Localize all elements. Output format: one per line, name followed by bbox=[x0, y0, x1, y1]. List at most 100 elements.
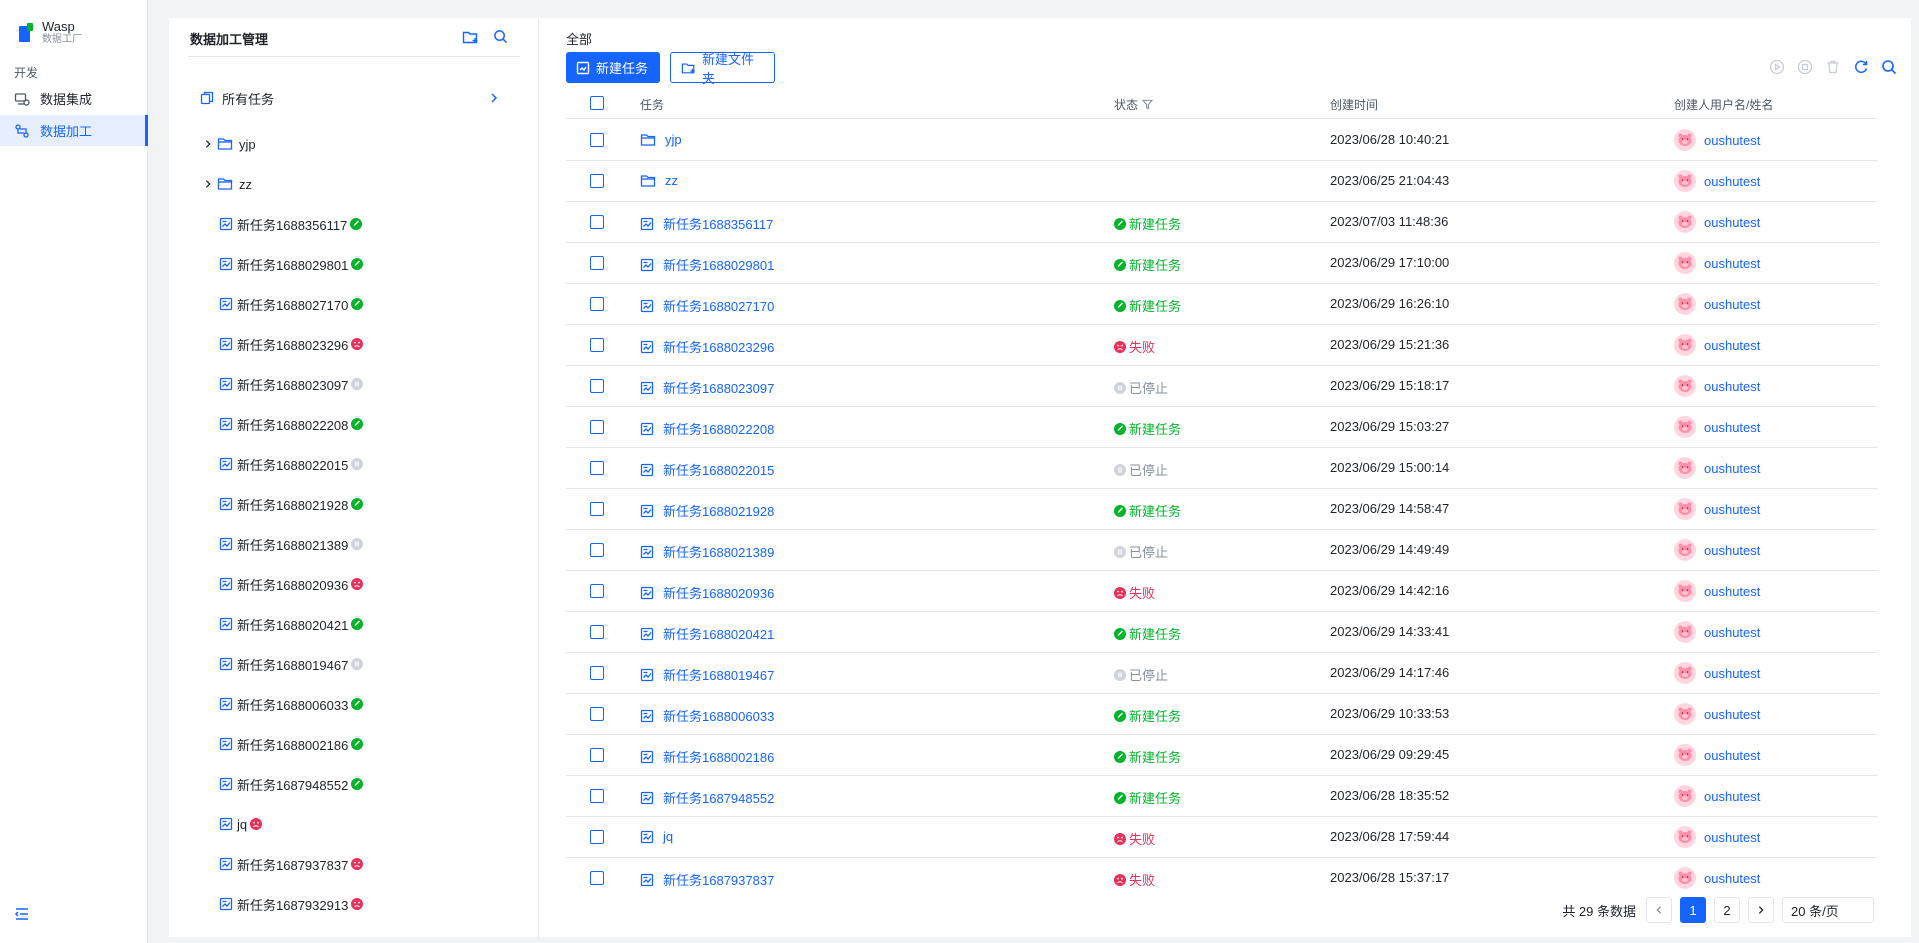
row-checkbox[interactable] bbox=[590, 871, 604, 885]
search-icon[interactable] bbox=[493, 29, 508, 45]
column-status[interactable]: 状态 bbox=[1114, 96, 1154, 113]
creator-name[interactable]: oushutest bbox=[1704, 666, 1760, 681]
tree-task[interactable]: 新任务1688356117 bbox=[219, 213, 363, 235]
table-row[interactable]: 新任务1687937837 失败 2023/06/28 15:37:17 oushut… bbox=[566, 858, 1878, 896]
creator-name[interactable]: oushutest bbox=[1704, 338, 1760, 353]
row-checkbox[interactable] bbox=[590, 297, 604, 311]
creator-name[interactable]: oushutest bbox=[1704, 625, 1760, 640]
chevron-right-icon[interactable] bbox=[488, 92, 500, 104]
filter-icon[interactable] bbox=[1142, 99, 1154, 110]
row-checkbox[interactable] bbox=[590, 379, 604, 393]
row-name[interactable]: 新任务1688023097 bbox=[640, 378, 774, 397]
table-row[interactable]: 新任务1688029801 新建任务 2023/06/29 17:10:00 oush… bbox=[566, 243, 1878, 284]
stop-icon[interactable] bbox=[1797, 59, 1813, 75]
row-checkbox[interactable] bbox=[590, 256, 604, 270]
row-name[interactable]: 新任务1687948552 bbox=[640, 788, 774, 807]
row-name[interactable]: 新任务1688022208 bbox=[640, 419, 774, 438]
creator-name[interactable]: oushutest bbox=[1704, 707, 1760, 722]
row-name[interactable]: 新任务1688006033 bbox=[640, 706, 774, 725]
tree-task[interactable]: 新任务1688002186 bbox=[219, 733, 364, 755]
brand[interactable]: Wasp 数据工厂 bbox=[18, 20, 82, 46]
tree-task[interactable]: 新任务1688027170 bbox=[219, 293, 364, 315]
prev-page-button[interactable] bbox=[1646, 897, 1672, 923]
table-row[interactable]: yjp 2023/06/28 10:40:21 oushutest bbox=[566, 120, 1878, 161]
search-icon[interactable] bbox=[1881, 59, 1897, 75]
table-row[interactable]: 新任务1688021928 新建任务 2023/06/29 14:58:47 oush… bbox=[566, 489, 1878, 530]
table-row[interactable]: 新任务1688002186 新建任务 2023/06/29 09:29:45 oush… bbox=[566, 735, 1878, 776]
creator-name[interactable]: oushutest bbox=[1704, 133, 1760, 148]
table-row[interactable]: 新任务1688022015 已停止 2023/06/29 15:00:14 oushu… bbox=[566, 448, 1878, 489]
new-task-button[interactable]: 新建任务 bbox=[566, 52, 660, 83]
row-name[interactable]: 新任务1688020421 bbox=[640, 624, 774, 643]
breadcrumb[interactable]: 全部 bbox=[566, 29, 592, 48]
page-1-button[interactable]: 1 bbox=[1680, 897, 1706, 923]
creator-name[interactable]: oushutest bbox=[1704, 420, 1760, 435]
nav-item-data-processing[interactable]: 数据加工 bbox=[0, 115, 148, 146]
row-checkbox[interactable] bbox=[590, 789, 604, 803]
row-name[interactable]: 新任务1688020936 bbox=[640, 583, 774, 602]
table-row[interactable]: zz 2023/06/25 21:04:43 oushutest bbox=[566, 161, 1878, 202]
row-checkbox[interactable] bbox=[590, 502, 604, 516]
chevron-right-icon[interactable] bbox=[203, 179, 213, 189]
row-checkbox[interactable] bbox=[590, 338, 604, 352]
tree-task[interactable]: 新任务1688006033 bbox=[219, 693, 364, 715]
creator-name[interactable]: oushutest bbox=[1704, 174, 1760, 189]
table-row[interactable]: 新任务1688027170 新建任务 2023/06/29 16:26:10 oush… bbox=[566, 284, 1878, 325]
row-checkbox[interactable] bbox=[590, 174, 604, 188]
collapse-sidebar-button[interactable] bbox=[14, 906, 30, 922]
row-name[interactable]: 新任务1688029801 bbox=[640, 255, 774, 274]
refresh-icon[interactable] bbox=[1853, 59, 1869, 75]
tree-task[interactable]: 新任务1688020936 bbox=[219, 573, 364, 595]
table-row[interactable]: 新任务1688023097 已停止 2023/06/29 15:18:17 oushu… bbox=[566, 366, 1878, 407]
tree-task[interactable]: 新任务1688020421 bbox=[219, 613, 364, 635]
row-checkbox[interactable] bbox=[590, 666, 604, 680]
table-row[interactable]: 新任务1688020936 失败 2023/06/29 14:42:16 oushut… bbox=[566, 571, 1878, 612]
table-row[interactable]: 新任务1688006033 新建任务 2023/06/29 10:33:53 oush… bbox=[566, 694, 1878, 735]
creator-name[interactable]: oushutest bbox=[1704, 379, 1760, 394]
row-checkbox[interactable] bbox=[590, 625, 604, 639]
row-checkbox[interactable] bbox=[590, 133, 604, 147]
page-2-button[interactable]: 2 bbox=[1714, 897, 1740, 923]
row-checkbox[interactable] bbox=[590, 830, 604, 844]
tree-task[interactable]: 新任务1688021928 bbox=[219, 493, 364, 515]
tree-task[interactable]: 新任务1687923134 bbox=[219, 933, 363, 937]
next-page-button[interactable] bbox=[1748, 897, 1774, 923]
table-row[interactable]: 新任务1688020421 新建任务 2023/06/29 14:33:41 oush… bbox=[566, 612, 1878, 653]
creator-name[interactable]: oushutest bbox=[1704, 297, 1760, 312]
row-name[interactable]: 新任务1688023296 bbox=[640, 337, 774, 356]
tree-task[interactable]: jq bbox=[219, 813, 263, 835]
row-name[interactable]: 新任务1688356117 bbox=[640, 214, 773, 233]
creator-name[interactable]: oushutest bbox=[1704, 748, 1760, 763]
tree-task[interactable]: 新任务1688019467 bbox=[219, 653, 364, 675]
row-checkbox[interactable] bbox=[590, 584, 604, 598]
row-name[interactable]: 新任务1688019467 bbox=[640, 665, 774, 684]
row-checkbox[interactable] bbox=[590, 748, 604, 762]
tree-folder[interactable]: yjp bbox=[203, 133, 256, 155]
creator-name[interactable]: oushutest bbox=[1704, 256, 1760, 271]
tree-task[interactable]: 新任务1687937837 bbox=[219, 853, 364, 875]
table-row[interactable]: jq 失败 2023/06/28 17:59:44 oushutest bbox=[566, 817, 1878, 858]
tree-task[interactable]: 新任务1687932913 bbox=[219, 893, 364, 915]
chevron-right-icon[interactable] bbox=[203, 139, 213, 149]
row-checkbox[interactable] bbox=[590, 215, 604, 229]
table-row[interactable]: 新任务1688023296 失败 2023/06/29 15:21:36 oushut… bbox=[566, 325, 1878, 366]
new-folder-button[interactable]: 新建文件夹 bbox=[670, 52, 775, 86]
creator-name[interactable]: oushutest bbox=[1704, 584, 1760, 599]
creator-name[interactable]: oushutest bbox=[1704, 461, 1760, 476]
tree-task[interactable]: 新任务1688023296 bbox=[219, 333, 364, 355]
table-row[interactable]: 新任务1688021389 已停止 2023/06/29 14:49:49 oushu… bbox=[566, 530, 1878, 571]
select-all-checkbox[interactable] bbox=[590, 96, 604, 110]
table-row[interactable]: 新任务1688022208 新建任务 2023/06/29 15:03:27 oush… bbox=[566, 407, 1878, 448]
tree-task[interactable]: 新任务1688021389 bbox=[219, 533, 364, 555]
creator-name[interactable]: oushutest bbox=[1704, 543, 1760, 558]
row-checkbox[interactable] bbox=[590, 707, 604, 721]
row-checkbox[interactable] bbox=[590, 461, 604, 475]
tree-all-tasks[interactable]: 所有任务 bbox=[200, 86, 500, 110]
creator-name[interactable]: oushutest bbox=[1704, 502, 1760, 517]
table-row[interactable]: 新任务1688356117 新建任务 2023/07/03 11:48:36 oush… bbox=[566, 202, 1878, 243]
page-size-select[interactable]: 20 条/页 bbox=[1782, 897, 1874, 923]
run-icon[interactable] bbox=[1769, 59, 1785, 75]
row-name[interactable]: 新任务1688022015 bbox=[640, 460, 774, 479]
row-name[interactable]: 新任务1688021928 bbox=[640, 501, 774, 520]
creator-name[interactable]: oushutest bbox=[1704, 871, 1760, 886]
